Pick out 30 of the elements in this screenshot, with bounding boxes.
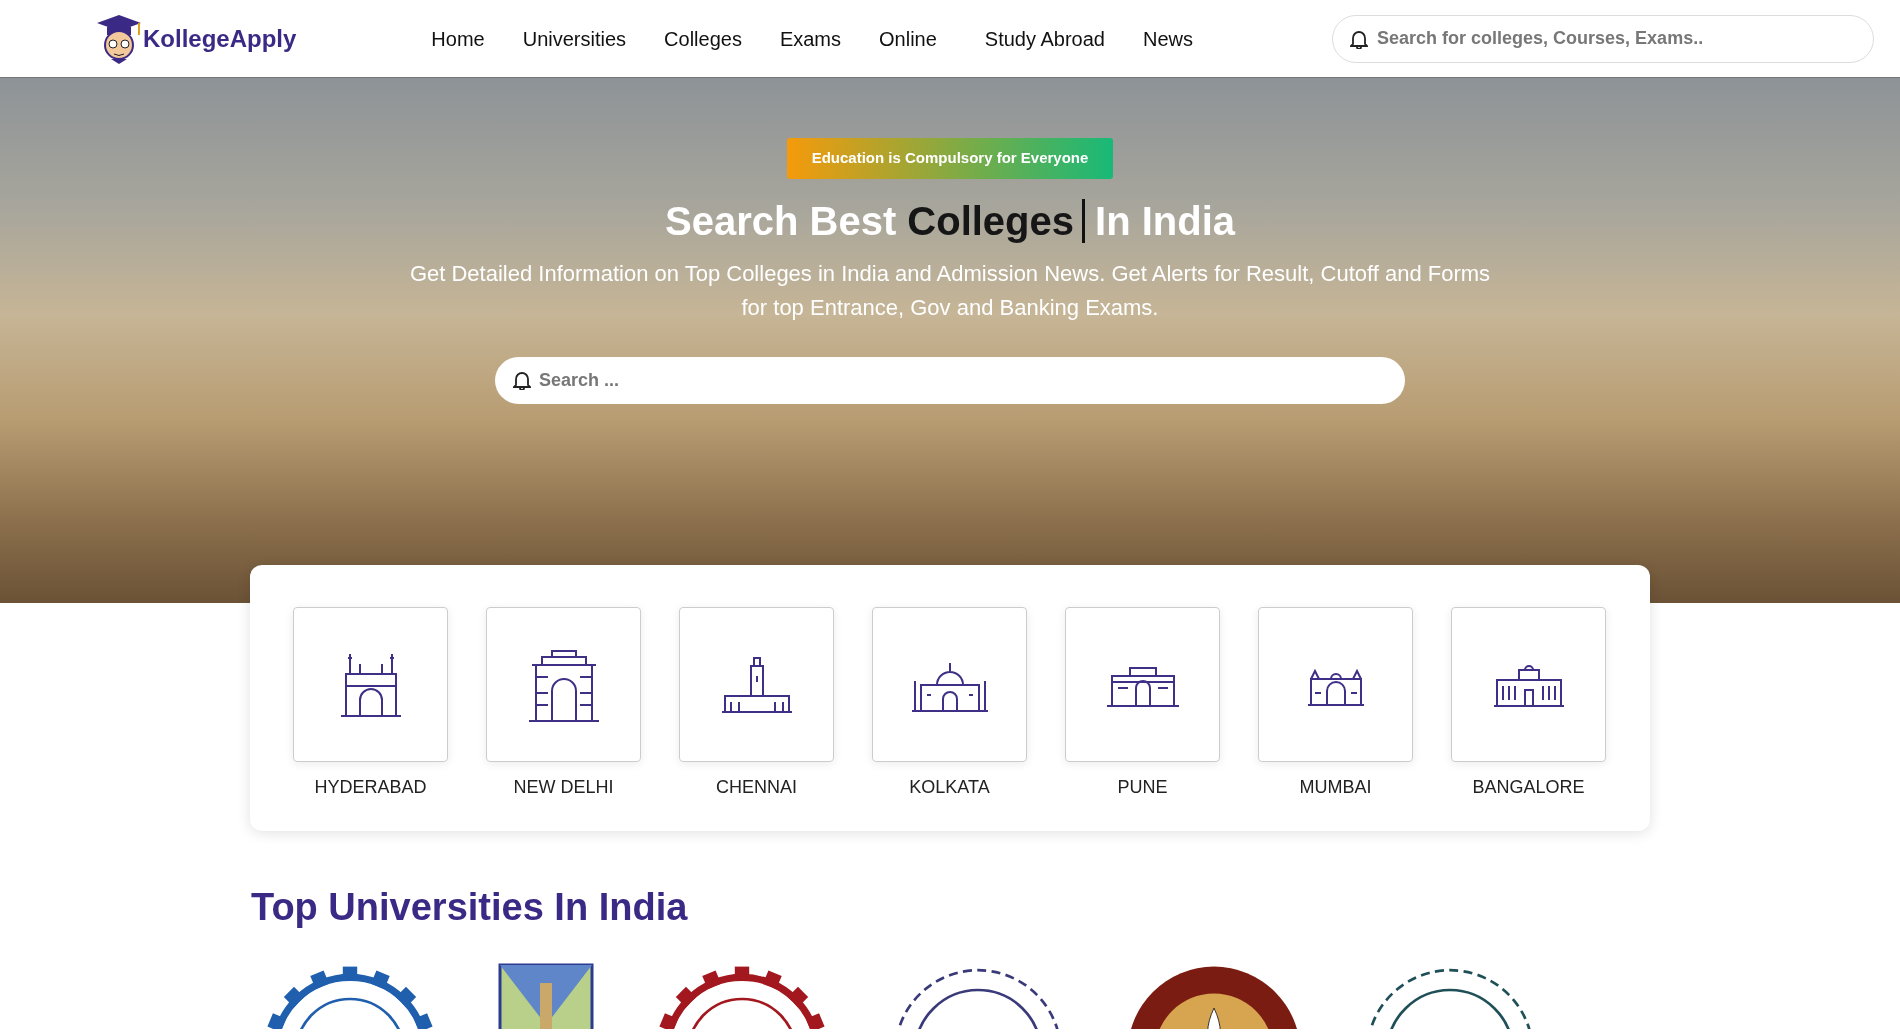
nav-link[interactable]: Online (860, 23, 956, 54)
city-tile[interactable] (1451, 607, 1606, 762)
nav-link[interactable]: Universities (503, 23, 646, 54)
nav-link[interactable]: News (1123, 23, 1212, 54)
search-field[interactable]: Search for colleges, Courses, Exams.. (1332, 14, 1874, 63)
city-tile[interactable] (486, 607, 641, 762)
hero-title: Search Best Colleges In India (663, 197, 1237, 245)
city-name: HYDERABAD (314, 776, 427, 799)
brand-logo[interactable]: KollegeApply (95, 12, 297, 65)
city-name: KOLKATA (909, 776, 990, 799)
nav-link[interactable]: Study Abroad (965, 23, 1124, 54)
city-name: MUMBAI (1299, 776, 1372, 799)
city-tile[interactable] (1258, 607, 1413, 762)
search-field[interactable]: Search ... (495, 356, 1405, 404)
city-name: NEW DELHI (513, 776, 614, 799)
nav-link[interactable]: Colleges (645, 23, 761, 54)
city-tile[interactable] (679, 607, 834, 762)
city-tile[interactable] (1065, 607, 1220, 762)
landmark-icon (339, 651, 402, 718)
hero-subtitle: Get Detailed Information on Top Colleges in India and Admission News. Get Alerts for Result, Cutoff and Forms for top Entrance, Gov and Banking Exams. (408, 259, 1492, 322)
city-name: PUNE (1117, 776, 1168, 799)
landmark-icon (720, 655, 793, 714)
city-name: CHENNAI (716, 776, 797, 799)
tagline-banner: Education is Compulsory for Everyone (786, 138, 1114, 179)
section-heading: Top Universities In India (251, 885, 689, 930)
city-tile[interactable] (293, 607, 448, 762)
nav-link[interactable]: Home (412, 23, 504, 54)
city-tile[interactable] (872, 607, 1027, 762)
nav-link[interactable]: Exams (760, 23, 861, 54)
city-name: BANGALORE (1472, 776, 1585, 799)
